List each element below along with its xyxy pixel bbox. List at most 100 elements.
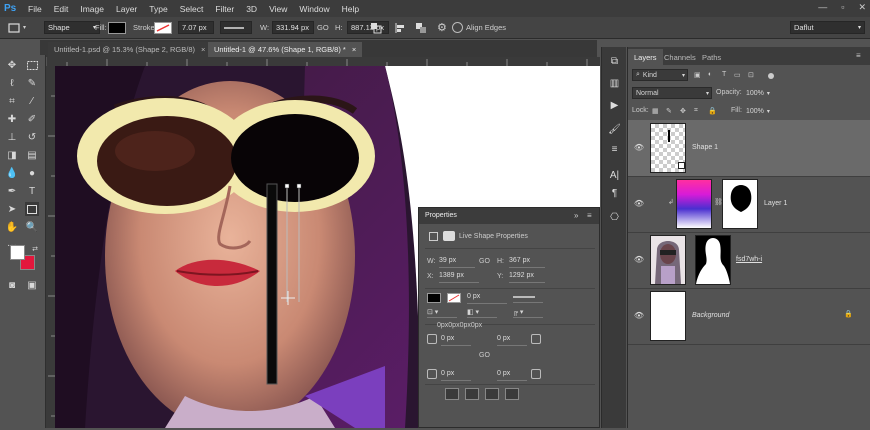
- foreground-color-swatch[interactable]: [10, 245, 25, 260]
- layer-row-photo[interactable]: 👁 fsd7wh-i: [628, 232, 870, 289]
- stroke-width-field[interactable]: 7.07 px: [178, 21, 214, 34]
- mask-properties-icon[interactable]: [443, 231, 455, 241]
- path-select-tool-icon[interactable]: ➤: [5, 202, 19, 216]
- quick-select-tool-icon[interactable]: ✎: [25, 76, 39, 90]
- stroke-align-select[interactable]: ⊡ ▾: [427, 308, 457, 318]
- corner-bottom-left-field[interactable]: 0 px: [441, 370, 471, 381]
- layer-name[interactable]: fsd7wh-i: [736, 256, 762, 263]
- tab-document-2[interactable]: Untitled-1 @ 47.6% (Shape 1, RGB/8) * ×: [208, 42, 363, 57]
- filter-shape-icon[interactable]: ▭: [734, 71, 741, 79]
- layer-row-shape-1[interactable]: 👁 Shape 1: [628, 120, 870, 177]
- subtract-shape-button[interactable]: [465, 388, 479, 400]
- shape-stroke-width-field[interactable]: 0 px: [467, 293, 507, 304]
- layer-row-background[interactable]: 👁 Background 🔒: [628, 288, 870, 345]
- zoom-tool-icon[interactable]: 🔍: [25, 220, 39, 234]
- clone-stamp-tool-icon[interactable]: ⊥: [5, 130, 19, 144]
- shape-stroke-type-select[interactable]: [513, 293, 543, 303]
- intersect-shapes-button[interactable]: [485, 388, 499, 400]
- layer-visibility-eye-icon[interactable]: 👁: [634, 254, 644, 264]
- layer-visibility-eye-icon[interactable]: 👁: [634, 198, 644, 208]
- link-dimensions-icon[interactable]: GO: [479, 258, 490, 265]
- menu-view[interactable]: View: [269, 4, 287, 14]
- shape-height-field[interactable]: 367 px: [509, 257, 545, 268]
- marquee-tool-icon[interactable]: [25, 58, 39, 72]
- history-brush-tool-icon[interactable]: ↺: [25, 130, 39, 144]
- menu-edit[interactable]: Edit: [54, 4, 69, 14]
- healing-brush-tool-icon[interactable]: ✚: [5, 112, 19, 126]
- paragraph-panel-icon[interactable]: ¶: [608, 187, 621, 200]
- path-alignment-icon[interactable]: [394, 20, 406, 35]
- exclude-shapes-button[interactable]: [505, 388, 519, 400]
- brush-tool-icon[interactable]: ✐: [25, 112, 39, 126]
- stroke-corners-select[interactable]: ╔ ▾: [513, 308, 543, 318]
- settings-gear-icon[interactable]: ⚙: [437, 20, 447, 35]
- lock-position-icon[interactable]: ✥: [680, 107, 686, 115]
- link-dimensions-icon[interactable]: GO: [317, 23, 329, 32]
- menu-file[interactable]: File: [28, 4, 42, 14]
- stroke-swatch[interactable]: [154, 21, 172, 34]
- hand-tool-icon[interactable]: ✋: [5, 220, 19, 234]
- menu-help[interactable]: Help: [342, 4, 359, 14]
- shape-fill-swatch[interactable]: [427, 293, 441, 303]
- quick-mask-icon[interactable]: ◙: [5, 278, 19, 292]
- tab-document-1[interactable]: Untitled-1.psd @ 15.3% (Shape 2, RGB/8) ×: [48, 42, 212, 57]
- dodge-tool-icon[interactable]: ●: [25, 166, 39, 180]
- stroke-caps-select[interactable]: ◧ ▾: [467, 308, 497, 318]
- menu-layer[interactable]: Layer: [116, 4, 137, 14]
- layer-visibility-eye-icon[interactable]: 👁: [634, 142, 644, 152]
- filter-adjustment-icon[interactable]: ◐: [708, 71, 712, 78]
- layer-row-layer-1[interactable]: 👁 ↲ ⛓ Layer 1: [628, 176, 870, 233]
- rectangle-tool-icon[interactable]: ▾: [8, 20, 26, 35]
- layer-name[interactable]: Layer 1: [764, 200, 787, 207]
- filter-type-icon[interactable]: T: [722, 71, 726, 78]
- link-corners-icon[interactable]: GO: [479, 352, 490, 359]
- width-field[interactable]: 331.94 px: [272, 21, 314, 34]
- corner-bottom-right-field[interactable]: 0 px: [497, 370, 527, 381]
- align-edges-checkbox[interactable]: [452, 22, 463, 33]
- fill-swatch[interactable]: [108, 21, 126, 34]
- minimize-button[interactable]: —: [818, 2, 827, 13]
- tab-close-icon[interactable]: ×: [201, 45, 205, 54]
- layer-visibility-eye-icon[interactable]: 👁: [634, 310, 644, 320]
- adjustments-panel-icon[interactable]: ≡: [608, 143, 621, 156]
- menu-filter[interactable]: Filter: [215, 4, 234, 14]
- shape-properties-icon[interactable]: [429, 232, 438, 241]
- layer-mask-thumbnail[interactable]: [695, 235, 731, 285]
- panel-menu-icon[interactable]: ≡: [587, 211, 592, 220]
- opacity-field[interactable]: 100% ▾: [746, 87, 776, 99]
- tool-mode-select[interactable]: Shape ▾: [44, 21, 100, 34]
- eraser-tool-icon[interactable]: ◨: [5, 148, 19, 162]
- menu-type[interactable]: Type: [149, 4, 167, 14]
- shape-x-field[interactable]: 1389 px: [439, 272, 479, 283]
- menu-image[interactable]: Image: [80, 4, 104, 14]
- workspace-select[interactable]: Daflut ▾: [790, 21, 865, 34]
- lock-artboard-icon[interactable]: ⌗: [694, 107, 698, 115]
- layers-panel-menu-icon[interactable]: ≡: [856, 51, 861, 60]
- blur-tool-icon[interactable]: 💧: [5, 166, 19, 180]
- rectangle-tool-icon[interactable]: [25, 202, 39, 216]
- shape-width-field[interactable]: 39 px: [439, 257, 475, 268]
- move-tool-icon[interactable]: ✥: [5, 58, 19, 72]
- close-button[interactable]: ✕: [858, 2, 866, 13]
- corner-top-right-field[interactable]: 0 px: [497, 335, 527, 346]
- filter-toggle-icon[interactable]: [768, 73, 774, 79]
- crop-tool-icon[interactable]: ⌗: [5, 94, 19, 108]
- libraries-panel-icon[interactable]: ⎔: [608, 211, 621, 224]
- collapse-panel-icon[interactable]: »: [574, 211, 578, 220]
- type-tool-icon[interactable]: T: [25, 184, 39, 198]
- corner-top-left-field[interactable]: 0 px: [441, 335, 471, 346]
- actions-play-icon[interactable]: ▶: [608, 99, 621, 112]
- maximize-button[interactable]: ▫: [841, 2, 844, 13]
- path-operations-icon[interactable]: [370, 20, 382, 35]
- character-panel-icon[interactable]: A|: [608, 169, 621, 182]
- swatches-panel-icon[interactable]: ▥: [608, 77, 621, 90]
- path-arrangement-icon[interactable]: [415, 20, 427, 35]
- stroke-type-select[interactable]: [220, 21, 252, 34]
- lock-all-icon[interactable]: 🔒: [708, 107, 717, 115]
- layer-mask-thumbnail[interactable]: [722, 179, 758, 229]
- history-panel-icon[interactable]: ⧉: [608, 55, 621, 68]
- pen-tool-icon[interactable]: ✒: [5, 184, 19, 198]
- height-field[interactable]: 887.13 px: [347, 21, 389, 34]
- brush-panel-icon[interactable]: 🖌: [608, 123, 621, 136]
- lasso-tool-icon[interactable]: ℓ: [5, 76, 19, 90]
